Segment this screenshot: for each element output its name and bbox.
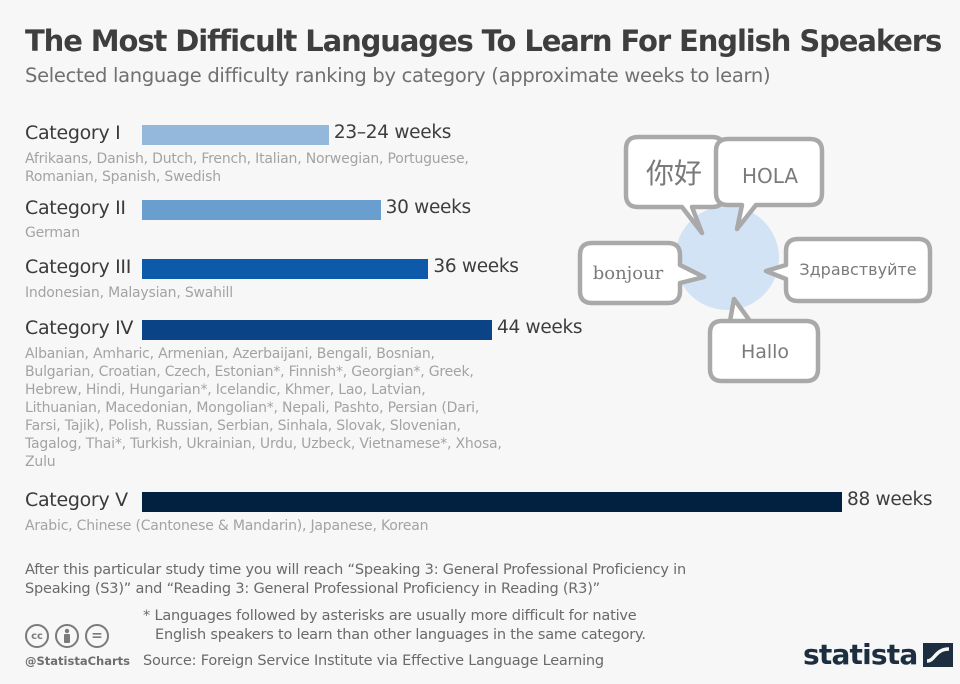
- greeting-hola: HOLA: [742, 164, 798, 188]
- category-languages: German: [25, 225, 80, 241]
- statista-logo[interactable]: statista: [803, 638, 954, 671]
- greeting-bonjour: bonjour: [593, 263, 664, 284]
- category-languages: Indonesian, Malaysian, Swahill: [25, 285, 233, 301]
- bar: [142, 320, 492, 340]
- asterisk-note-line2: English speakers to learn than other lan…: [155, 627, 646, 643]
- category-label: Category II: [25, 197, 126, 219]
- chart-subtitle: Selected language difficulty ranking by …: [25, 64, 771, 87]
- chart-title: The Most Difficult Languages To Learn Fo…: [25, 24, 942, 58]
- bar-value-label: 88 weeks: [847, 489, 933, 510]
- source-note: Source: Foreign Service Institute via Ef…: [143, 653, 604, 669]
- speech-bubble-hallo: [707, 296, 821, 384]
- category-label: Category V: [25, 489, 128, 511]
- license-icons: cc =: [25, 624, 109, 648]
- bar: [142, 125, 329, 145]
- statista-handle: @StatistaCharts: [25, 654, 130, 668]
- category-languages: Albanian, Amharic, Armenian, Azerbaijani…: [25, 346, 502, 470]
- greeting-hallo: Hallo: [741, 341, 789, 363]
- greeting-chinese: 你好: [646, 157, 702, 190]
- statista-logo-mark-icon: [923, 642, 954, 667]
- asterisk-note-line1: * Languages followed by asterisks are us…: [143, 608, 637, 624]
- category-label: Category III: [25, 256, 132, 278]
- bar: [142, 259, 429, 279]
- bar-value-label: 36 weeks: [433, 256, 519, 277]
- bar: [142, 492, 842, 512]
- greetings-illustration: 你好 HOLA bonjour Здравствуйте Hallo: [577, 134, 933, 384]
- statista-wordmark: statista: [803, 638, 918, 671]
- creative-commons-icon: cc: [25, 624, 49, 648]
- bar-value-label: 30 weeks: [385, 197, 472, 218]
- attribution-person-icon: [55, 624, 79, 648]
- category-languages: Arabic, Chinese (Cantonese & Mandarin), …: [25, 518, 429, 534]
- category-languages: Afrikaans, Danish, Dutch, French, Italia…: [25, 151, 469, 185]
- no-derivatives-equals-icon: =: [85, 624, 109, 648]
- category-label: Category I: [25, 122, 121, 144]
- category-label: Category IV: [25, 317, 134, 339]
- bar: [142, 200, 381, 220]
- greeting-russian: Здравствуйте: [799, 260, 916, 279]
- study-time-note: After this particular study time you wil…: [25, 562, 686, 597]
- bar-value-label: 23–24 weeks: [333, 122, 452, 143]
